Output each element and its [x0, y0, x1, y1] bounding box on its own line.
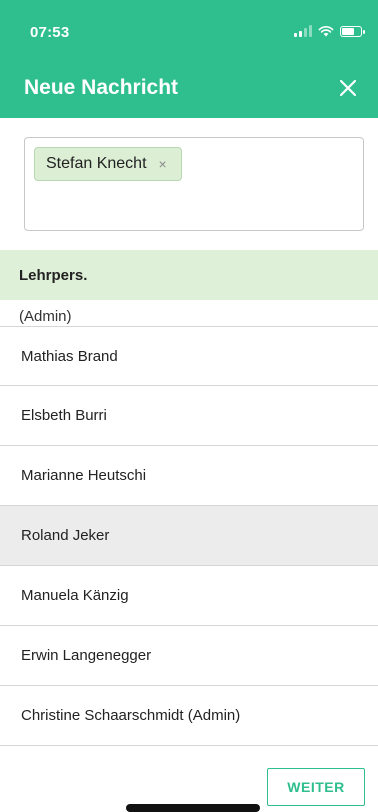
list-item[interactable]: Marianne Heutschi [0, 446, 378, 506]
list-item[interactable]: Manuela Känzig [0, 566, 378, 626]
next-button[interactable]: WEITER [267, 768, 365, 806]
list-item-label: Manuela Känzig [21, 587, 129, 604]
list-item[interactable]: Erwin Langenegger [0, 626, 378, 686]
recipient-chip: Stefan Knecht × [34, 147, 182, 181]
app-bar: 07:53 Neue Nachricht [0, 0, 378, 118]
list-item-label: Christine Schaarschmidt (Admin) [21, 707, 241, 724]
list-item-label: Marianne Heutschi [21, 467, 147, 484]
list-item-selected[interactable]: Roland Jeker [0, 506, 378, 566]
partial-list-item: (Admin) [19, 308, 72, 325]
list-item-label: Elsbeth Burri [21, 407, 107, 424]
status-time: 07:53 [30, 24, 70, 41]
home-indicator [126, 804, 260, 812]
list-item-label: Erwin Langenegger [21, 647, 152, 664]
list-item[interactable]: Christine Schaarschmidt (Admin) [0, 686, 378, 746]
list-item-label: Roland Jeker [21, 527, 110, 544]
close-icon [339, 79, 357, 97]
list-item[interactable]: Mathias Brand [0, 326, 378, 386]
recipient-list: Mathias Brand Elsbeth Burri Marianne Heu… [0, 326, 378, 746]
group-header: Lehrpers. [0, 250, 378, 300]
signal-icon [294, 25, 312, 37]
recipient-chip-label: Stefan Knecht [46, 155, 147, 172]
wifi-icon [318, 26, 334, 37]
remove-recipient-icon[interactable]: × [159, 157, 167, 171]
battery-icon [340, 25, 365, 37]
status-bar: 07:53 [0, 0, 378, 54]
status-icons [294, 25, 365, 37]
list-item[interactable]: Elsbeth Burri [0, 386, 378, 446]
close-button[interactable] [332, 72, 364, 104]
recipient-input[interactable]: Stefan Knecht × [24, 137, 364, 231]
list-item-label: Mathias Brand [21, 347, 118, 365]
page-title: Neue Nachricht [24, 76, 179, 99]
